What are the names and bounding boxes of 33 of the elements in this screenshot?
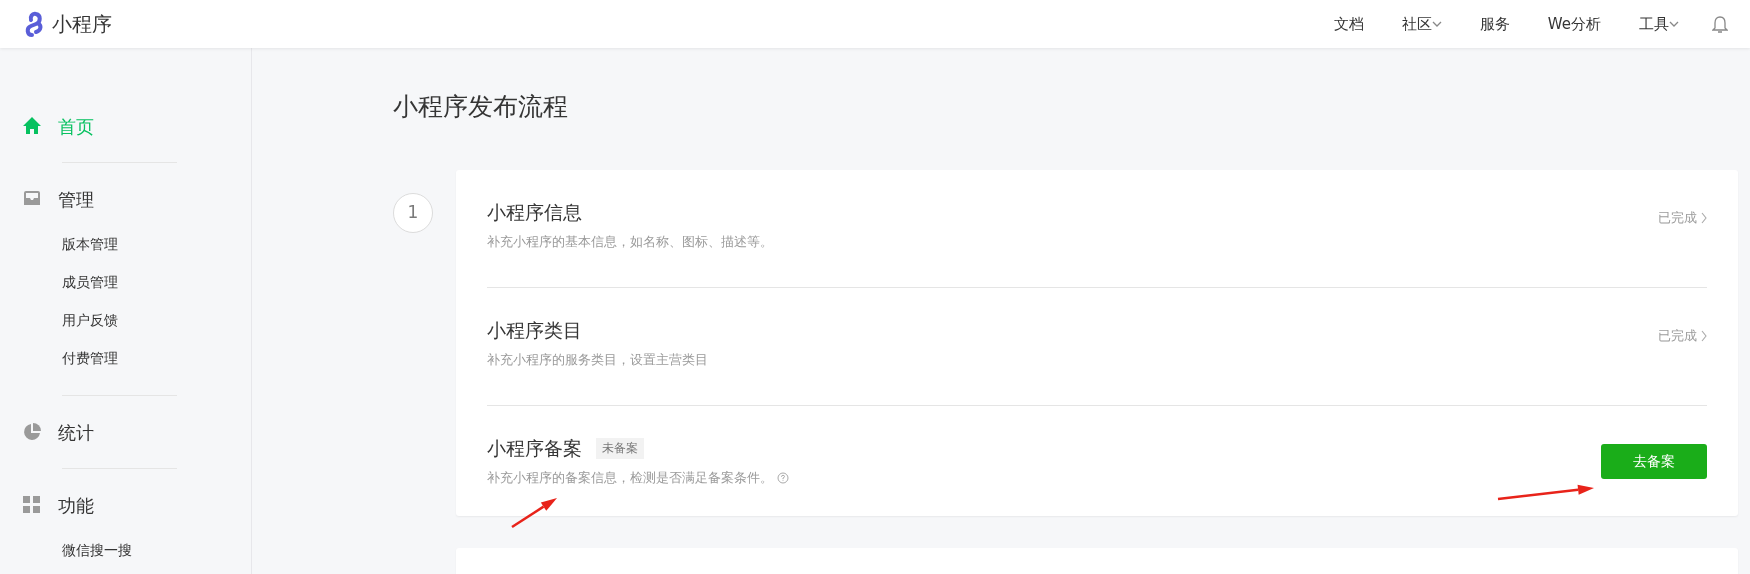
chevron-right-icon (1701, 211, 1707, 224)
nav-link[interactable]: We分析 (1547, 12, 1601, 36)
step-title: 小程序类目 (487, 318, 582, 343)
caret-icon (1669, 20, 1679, 28)
sidebar-subitem[interactable]: 用户反馈 (0, 301, 251, 339)
pie-chart-icon (22, 422, 42, 442)
logo-text: 小程序 (52, 11, 112, 38)
logo-icon (24, 10, 44, 38)
bell-icon[interactable] (1712, 15, 1728, 33)
nav-link[interactable]: 文档 (1333, 12, 1364, 36)
step-description: 补充小程序的基本信息，如名称、图标、描述等。 (487, 232, 773, 251)
step-title: 小程序信息 (487, 200, 582, 225)
help-icon[interactable] (777, 471, 789, 484)
chevron-right-icon (1701, 329, 1707, 342)
home-icon (22, 116, 42, 136)
grid-icon (22, 495, 42, 515)
sidebar-subitem[interactable]: 版本管理 (0, 225, 251, 263)
step-number: 1 (393, 193, 433, 233)
step-title: 小程序备案 (487, 436, 582, 461)
caret-icon (1431, 20, 1442, 28)
nav-link[interactable]: 服务 (1479, 12, 1510, 36)
sidebar-subitem[interactable]: 付费管理 (0, 339, 251, 377)
sidebar-subitem[interactable]: 成员管理 (0, 263, 251, 301)
sidebar-subitem[interactable]: 微信搜一搜 (0, 531, 251, 569)
step-description: 补充小程序的备案信息，检测是否满足备案条件。 (487, 468, 773, 487)
sidebar-item[interactable]: 功能 (0, 487, 251, 523)
step-description: 补充小程序的服务类目，设置主营类目 (487, 350, 708, 369)
status-tag: 未备案 (596, 437, 644, 459)
sidebar-item[interactable]: 管理 (0, 181, 251, 217)
nav-link[interactable]: 工具 (1639, 12, 1679, 36)
sidebar-item[interactable]: 统计 (0, 414, 251, 450)
nav-link[interactable]: 社区 (1401, 12, 1442, 36)
page-title: 小程序发布流程 (393, 92, 569, 122)
